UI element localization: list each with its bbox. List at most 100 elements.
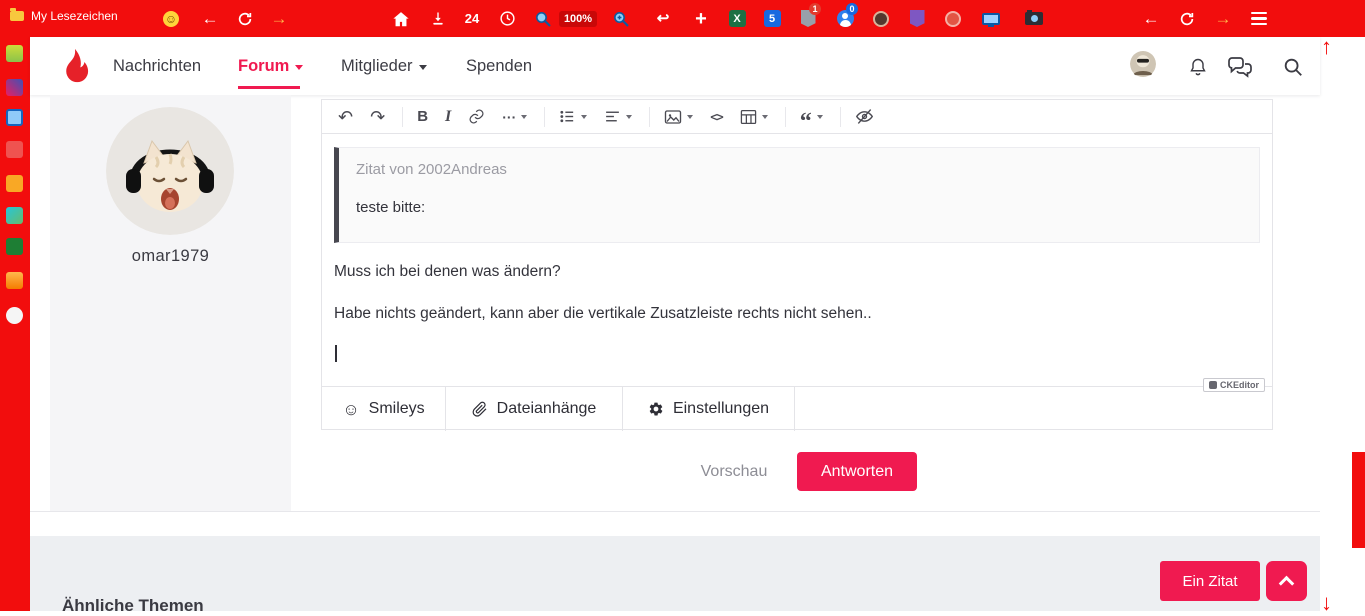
sidebar-bookmark-icon-7[interactable] [6, 238, 23, 255]
sidebar-bookmark-icon-1[interactable] [6, 45, 23, 62]
zoom-in-icon[interactable] [610, 0, 632, 37]
one-quote-button[interactable]: Ein Zitat [1160, 561, 1260, 601]
reload-icon[interactable] [234, 0, 256, 37]
sidebar-bookmark-icon-5[interactable] [6, 175, 23, 192]
page-footer: Ähnliche Themen [30, 536, 1320, 611]
chevron-down-icon [687, 115, 693, 119]
scrollbar-thumb[interactable] [1352, 452, 1365, 548]
emoji-extension-icon[interactable]: ☺ [160, 0, 182, 37]
account-extension-icon[interactable]: 0 [834, 0, 856, 37]
chevron-down-icon [521, 115, 527, 119]
reply-submit-button[interactable]: Antworten [797, 452, 917, 491]
sidebar-bookmark-icon-9[interactable] [6, 307, 23, 324]
history-clock-icon[interactable] [496, 0, 518, 37]
nav-mitglieder[interactable]: Mitglieder [341, 37, 427, 95]
avatar[interactable] [106, 107, 234, 235]
ckeditor-badge-label: CKEditor [1220, 380, 1259, 390]
tab-count[interactable]: 24 [461, 0, 483, 37]
reload-icon-right[interactable] [1176, 0, 1198, 37]
chevron-down-icon [626, 115, 632, 119]
list-button[interactable] [559, 108, 587, 125]
insert-table-button[interactable] [740, 109, 768, 125]
preview-button[interactable]: Vorschau [689, 452, 779, 491]
search-icon[interactable] [532, 0, 554, 37]
bookmarks-folder-label: My Lesezeichen [31, 9, 118, 23]
toolbar-separator [840, 107, 841, 127]
site-logo[interactable] [55, 47, 93, 90]
notifications-bell-icon[interactable] [1185, 54, 1211, 80]
nav-spenden[interactable]: Spenden [466, 37, 532, 95]
tab-smileys[interactable]: ☺ Smileys [322, 387, 446, 431]
sidebar-bookmark-icon-4[interactable] [6, 141, 23, 158]
link-button[interactable] [468, 108, 485, 125]
download-icon[interactable] [427, 0, 449, 37]
toolbar-separator [649, 107, 650, 127]
insert-image-button[interactable] [664, 109, 693, 125]
blue-extension-icon[interactable]: 5 [761, 0, 783, 37]
sidebar-bookmark-icon-6[interactable] [6, 207, 23, 224]
browser-toolbar: My Lesezeichen ☺ ← → 24 100% ↩ + X 5 1 0… [0, 0, 1365, 37]
smiley-icon: ☺ [342, 401, 359, 418]
align-button[interactable] [604, 108, 632, 125]
ckeditor-badge[interactable]: CKEditor [1203, 378, 1265, 392]
bookmarks-folder-button[interactable]: My Lesezeichen [10, 9, 118, 23]
vertical-bookmarks-strip [0, 37, 30, 611]
folder-icon [10, 11, 24, 21]
nav-label: Nachrichten [113, 57, 201, 76]
chevron-up-icon [1279, 576, 1295, 592]
chevron-down-icon [295, 65, 303, 70]
toolbar-separator [544, 107, 545, 127]
quote-body: teste bitte: [356, 199, 1242, 216]
messages-chat-icon[interactable] [1227, 54, 1253, 80]
hide-preview-eye-button[interactable] [855, 108, 874, 125]
shield-extension-icon[interactable]: 1 [797, 0, 819, 37]
code-button[interactable]: <> [710, 110, 722, 124]
post-author-username[interactable]: omar1979 [50, 247, 291, 266]
red-circle-extension-icon[interactable] [942, 0, 964, 37]
italic-button[interactable]: I [445, 108, 451, 126]
blockquote-button[interactable]: “ [800, 112, 823, 122]
sidebar-bookmark-icon-8[interactable] [6, 272, 23, 289]
scroll-to-top-button[interactable] [1266, 561, 1307, 601]
flame-logo-icon [55, 47, 93, 85]
purple-shield-extension-icon[interactable] [906, 0, 928, 37]
chevron-down-icon [762, 115, 768, 119]
editor-paragraph-1: Muss ich bei denen was ändern? [334, 263, 561, 281]
sidebar-bookmark-icon-3[interactable] [6, 109, 23, 126]
toolbar-separator [785, 107, 786, 127]
tab-settings[interactable]: Einstellungen [623, 387, 795, 431]
new-tab-plus-icon[interactable]: + [690, 0, 712, 37]
nav-nachrichten[interactable]: Nachrichten [113, 37, 201, 95]
scrollbar-up-arrow[interactable]: ↑ [1321, 36, 1332, 58]
site-header: Nachrichten Forum Mitglieder Spenden [30, 37, 1320, 95]
back-icon-right[interactable]: ← [1140, 0, 1162, 37]
dark-circle-extension-icon[interactable] [870, 0, 892, 37]
screenshot-extension-icon[interactable] [980, 0, 1002, 37]
editor-tabs: ☺ Smileys Dateianhänge Einstellungen [322, 386, 1272, 431]
similar-topics-heading: Ähnliche Themen [62, 596, 204, 616]
undo-icon[interactable]: ↶ [338, 108, 353, 126]
zoom-level[interactable]: 100% [560, 0, 596, 37]
cat-avatar-image [106, 107, 234, 235]
header-search-icon[interactable] [1280, 54, 1306, 80]
tab-attachments[interactable]: Dateianhänge [446, 387, 623, 431]
forward-icon[interactable]: → [268, 0, 290, 37]
content-divider [30, 511, 1320, 512]
home-icon[interactable] [390, 0, 412, 37]
back-icon[interactable]: ← [199, 0, 221, 37]
chevron-down-icon [581, 115, 587, 119]
bold-button[interactable]: B [417, 108, 428, 125]
more-options-button[interactable]: ··· [502, 109, 527, 125]
camera-extension-icon[interactable] [1023, 0, 1045, 37]
camera-icon [1025, 12, 1043, 25]
redo-icon[interactable]: ↷ [370, 108, 385, 126]
editor-content-area[interactable]: Zitat von 2002Andreas teste bitte: Muss … [322, 135, 1272, 386]
menu-hamburger-icon[interactable] [1248, 0, 1270, 37]
undo-closed-tab-icon[interactable]: ↩ [652, 0, 674, 37]
chevron-down-icon [419, 65, 427, 70]
header-avatar[interactable] [1130, 51, 1156, 77]
forward-icon-right[interactable]: → [1212, 0, 1234, 37]
excel-extension-icon[interactable]: X [726, 0, 748, 37]
extension-badge: 1 [809, 3, 821, 15]
sidebar-bookmark-icon-2[interactable] [6, 79, 23, 96]
